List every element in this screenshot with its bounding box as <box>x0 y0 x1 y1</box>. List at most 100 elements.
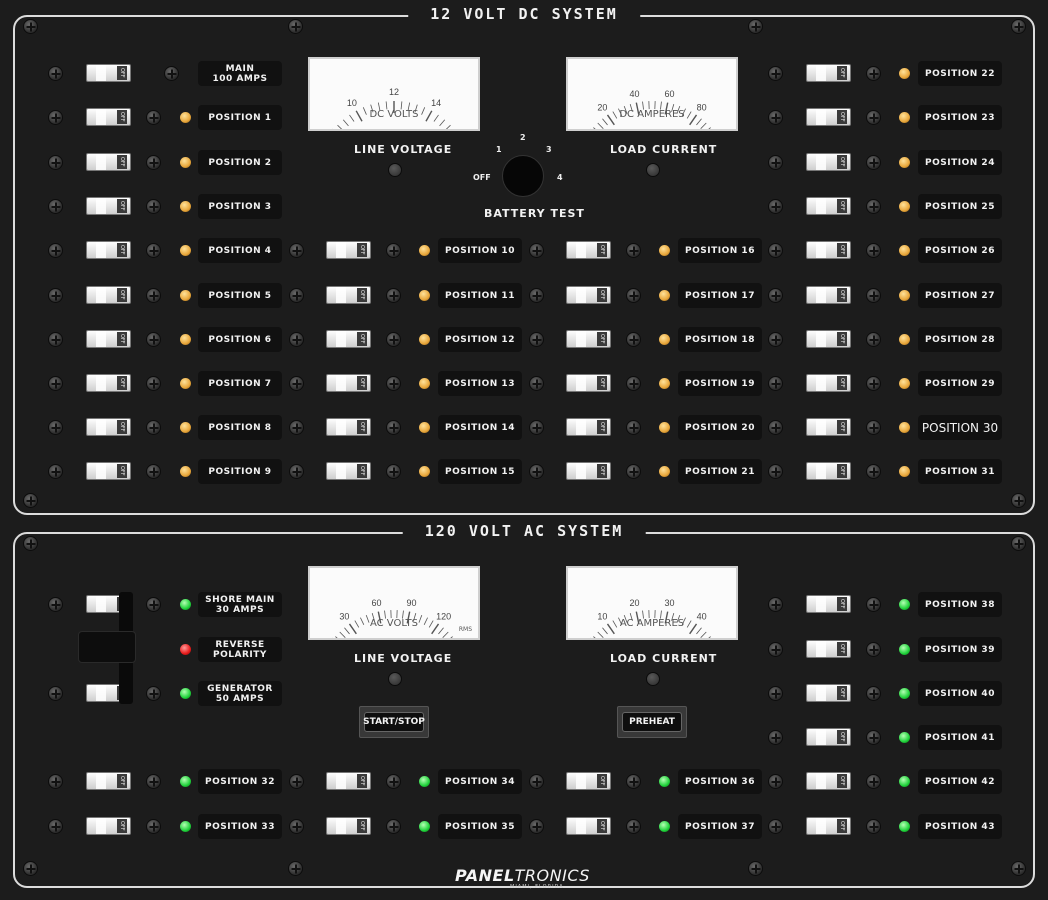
breaker-switch-29[interactable]: OFF <box>806 374 851 392</box>
breaker-switch-8[interactable]: OFF <box>86 418 131 436</box>
preheat-button[interactable]: PREHEAT <box>622 712 682 732</box>
breaker-switch-18[interactable]: OFF <box>566 330 611 348</box>
breaker-switch-19[interactable]: OFF <box>566 374 611 392</box>
breaker-switch-20[interactable]: OFF <box>566 418 611 436</box>
breaker-switch-25[interactable]: OFF <box>806 197 851 215</box>
switch-highlight <box>816 818 826 834</box>
dc-indicator-led <box>180 157 191 168</box>
dc-line-voltage-label: LINE VOLTAGE <box>354 143 453 156</box>
battery-test-3: 3 <box>546 145 552 154</box>
dc-indicator-led <box>180 245 191 256</box>
breaker-switch-6[interactable]: OFF <box>86 330 131 348</box>
breaker-switch-14[interactable]: OFF <box>326 418 371 436</box>
switch-off-mark: OFF <box>117 464 127 478</box>
breaker-label-position-32: POSITION 32 <box>198 769 282 794</box>
shore-main-led <box>180 599 191 610</box>
breaker-switch-1[interactable]: OFF <box>86 108 131 126</box>
breaker-switch-31[interactable]: OFF <box>806 462 851 480</box>
screw-icon <box>1011 19 1026 34</box>
breaker-switch-12[interactable]: OFF <box>326 330 371 348</box>
switch-off-mark: OFF <box>117 819 127 833</box>
breaker-switch-32[interactable]: OFF <box>86 772 131 790</box>
dc-indicator-led <box>899 334 910 345</box>
breaker-switch-11[interactable]: OFF <box>326 286 371 304</box>
screw-icon <box>288 861 303 876</box>
breaker-label-position-7: POSITION 7 <box>198 371 282 396</box>
breaker-switch-35[interactable]: OFF <box>326 817 371 835</box>
screw-icon <box>748 861 763 876</box>
breaker-switch-43[interactable]: OFF <box>806 817 851 835</box>
breaker-switch-10[interactable]: OFF <box>326 241 371 259</box>
breaker-switch-4[interactable]: OFF <box>86 241 131 259</box>
screw-icon <box>626 332 641 347</box>
scale-label: 12 <box>389 87 399 97</box>
breaker-switch-9[interactable]: OFF <box>86 462 131 480</box>
dc-indicator-led <box>659 466 670 477</box>
scale-label: 0 <box>576 637 581 638</box>
switch-highlight <box>96 596 106 612</box>
scale-label: 16 <box>463 128 473 129</box>
breaker-switch-22[interactable]: OFF <box>806 64 851 82</box>
screw-icon <box>768 774 783 789</box>
breaker-switch-15[interactable]: OFF <box>326 462 371 480</box>
screw-icon <box>529 243 544 258</box>
switch-off-mark: OFF <box>597 774 607 788</box>
breaker-switch-7[interactable]: OFF <box>86 374 131 392</box>
breaker-switch-36[interactable]: OFF <box>566 772 611 790</box>
breaker-switch-28[interactable]: OFF <box>806 330 851 348</box>
breaker-switch-17[interactable]: OFF <box>566 286 611 304</box>
breaker-label-position-23: POSITION 23 <box>918 105 1002 130</box>
screw-icon <box>23 493 38 508</box>
start-stop-button[interactable]: START/STOP <box>363 712 425 732</box>
scale-tick <box>439 119 446 127</box>
scale-tick <box>708 636 711 638</box>
screw-icon <box>626 420 641 435</box>
battery-test-knob[interactable] <box>502 155 544 197</box>
breaker-switch-34[interactable]: OFF <box>326 772 371 790</box>
breaker-switch-13[interactable]: OFF <box>326 374 371 392</box>
breaker-label-position-8: POSITION 8 <box>198 415 282 440</box>
switch-highlight <box>96 331 106 347</box>
breaker-switch-21[interactable]: OFF <box>566 462 611 480</box>
breaker-switch-39[interactable]: OFF <box>806 640 851 658</box>
screw-icon <box>146 774 161 789</box>
screw-icon <box>146 199 161 214</box>
scale-label: 60 <box>371 598 381 608</box>
screw-icon <box>23 19 38 34</box>
breaker-switch-38[interactable]: OFF <box>806 595 851 613</box>
breaker-switch-26[interactable]: OFF <box>806 241 851 259</box>
switch-off-mark: OFF <box>597 376 607 390</box>
breaker-switch-16[interactable]: OFF <box>566 241 611 259</box>
reverse-polarity-label: REVERSE POLARITY <box>198 637 282 662</box>
breaker-label-position-35: POSITION 35 <box>438 814 522 839</box>
breaker-switch-42[interactable]: OFF <box>806 772 851 790</box>
breaker-switch-5[interactable]: OFF <box>86 286 131 304</box>
dc-indicator-led <box>180 201 191 212</box>
screw-icon <box>529 774 544 789</box>
main-breaker-switch[interactable]: OFF <box>86 64 131 82</box>
ac-system-title: 120 VOLT AC SYSTEM <box>402 522 646 540</box>
breaker-switch-2[interactable]: OFF <box>86 153 131 171</box>
screw-icon <box>768 819 783 834</box>
switch-highlight <box>816 729 826 745</box>
switch-off-mark: OFF <box>837 464 847 478</box>
breaker-switch-37[interactable]: OFF <box>566 817 611 835</box>
breaker-switch-3[interactable]: OFF <box>86 197 131 215</box>
scale-tick <box>450 636 453 638</box>
breaker-switch-40[interactable]: OFF <box>806 684 851 702</box>
breaker-switch-27[interactable]: OFF <box>806 286 851 304</box>
breaker-switch-23[interactable]: OFF <box>806 108 851 126</box>
scale-label: 0 <box>318 637 323 638</box>
ac-line-voltage-label: LINE VOLTAGE <box>354 652 453 665</box>
switch-highlight <box>816 198 826 214</box>
dc-indicator-led <box>180 112 191 123</box>
screw-icon <box>768 66 783 81</box>
breaker-switch-41[interactable]: OFF <box>806 728 851 746</box>
brand-logo: PANELTRONICS <box>455 866 590 885</box>
breaker-switch-24[interactable]: OFF <box>806 153 851 171</box>
breaker-switch-33[interactable]: OFF <box>86 817 131 835</box>
breaker-label-position-34: POSITION 34 <box>438 769 522 794</box>
breaker-switch-30[interactable]: OFF <box>806 418 851 436</box>
switch-highlight <box>576 818 586 834</box>
breaker-label-position-43: POSITION 43 <box>918 814 1002 839</box>
